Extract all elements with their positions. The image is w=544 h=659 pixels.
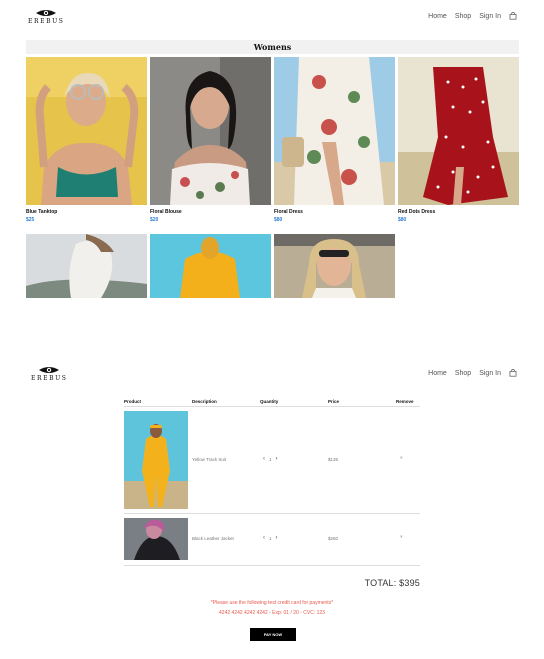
shopping-bag-icon[interactable] [509, 12, 517, 20]
cart-item-description: Yellow Track Suit [192, 457, 227, 462]
quantity-value: 1 [269, 535, 272, 541]
product-image[interactable] [26, 234, 147, 298]
product-image[interactable] [150, 57, 271, 205]
product-name[interactable]: Blue Tanktop [26, 209, 147, 215]
decrease-quantity-button[interactable]: ‹ [263, 535, 265, 541]
cart-item-image[interactable] [124, 518, 188, 560]
header-description: Description [192, 399, 217, 404]
product-card[interactable]: Blue Tanktop $25 [26, 57, 147, 223]
product-price: $80 [274, 217, 283, 223]
product-name[interactable]: Floral Blouse [150, 209, 271, 215]
quantity-value: 1 [269, 456, 272, 462]
product-image[interactable] [274, 57, 395, 205]
brand-name: EREBUS [31, 375, 68, 382]
cart-item-image[interactable] [124, 411, 188, 509]
quantity-stepper: ‹ 1 › [263, 535, 278, 541]
remove-item-icon[interactable]: × [400, 455, 403, 460]
increase-quantity-button[interactable]: › [276, 535, 278, 541]
pay-now-button[interactable]: PAY NOW [250, 628, 296, 641]
header-quantity: Quantity [260, 399, 279, 404]
brand-logo[interactable]: EREBUS [31, 366, 67, 382]
brand-logo[interactable]: EREBUS [28, 9, 64, 25]
nav-signin[interactable]: Sign In [479, 13, 501, 20]
product-image[interactable] [274, 234, 395, 298]
brand-name: EREBUS [28, 18, 65, 25]
remove-item-icon[interactable]: × [400, 534, 403, 539]
product-image[interactable] [26, 57, 147, 205]
collection-title: Womens [26, 40, 519, 54]
cart-item-price: $135 [328, 457, 339, 462]
header-price: Price [328, 399, 340, 404]
cart-total: TOTAL: $395 [364, 578, 420, 588]
product-card[interactable]: Floral Dress $80 [274, 57, 395, 223]
product-name[interactable]: Red Dots Dress [398, 209, 519, 215]
eye-logo-icon [39, 367, 60, 373]
shopping-bag-icon[interactable] [509, 369, 517, 377]
product-price: $25 [26, 217, 35, 223]
cart-header: EREBUS Home Shop Sign In [0, 360, 544, 390]
nav-signin[interactable]: Sign In [479, 370, 501, 377]
product-card[interactable]: Red Dots Dress $80 [398, 57, 519, 223]
product-name[interactable]: Floral Dress [274, 209, 395, 215]
cart-row: Yellow Track Suit ‹ 1 › $135 × [124, 407, 420, 514]
decrease-quantity-button[interactable]: ‹ [263, 456, 265, 462]
cart-item-price: $260 [328, 536, 339, 541]
nav-home[interactable]: Home [428, 370, 447, 377]
main-nav: Home Shop Sign In [428, 369, 517, 377]
cart-table: Product Description Quantity Price Remov… [124, 397, 420, 566]
cart-table-header: Product Description Quantity Price Remov… [124, 397, 420, 407]
top-header: EREBUS Home Shop Sign In [0, 0, 544, 30]
test-card-details: 4242 4242 4242 4242 - Exp: 01 / 20 - CVC… [219, 610, 325, 616]
product-card[interactable]: Floral Blouse $20 [150, 57, 271, 223]
nav-home[interactable]: Home [428, 13, 447, 20]
nav-shop[interactable]: Shop [455, 13, 471, 20]
product-price: $80 [398, 217, 407, 223]
main-nav: Home Shop Sign In [428, 12, 517, 20]
cart-item-description: Black Leather Jacket [192, 536, 234, 541]
eye-logo-icon [36, 10, 57, 16]
increase-quantity-button[interactable]: › [276, 456, 278, 462]
header-product: Product [124, 399, 142, 404]
cart-row: Black Leather Jacket ‹ 1 › $260 × [124, 514, 420, 566]
product-image[interactable] [150, 234, 271, 298]
test-card-note: *Please use the following test credit ca… [210, 600, 334, 606]
product-price: $20 [150, 217, 159, 223]
quantity-stepper: ‹ 1 › [263, 456, 278, 462]
product-image[interactable] [398, 57, 519, 205]
header-remove: Remove [396, 399, 414, 404]
nav-shop[interactable]: Shop [455, 370, 471, 377]
